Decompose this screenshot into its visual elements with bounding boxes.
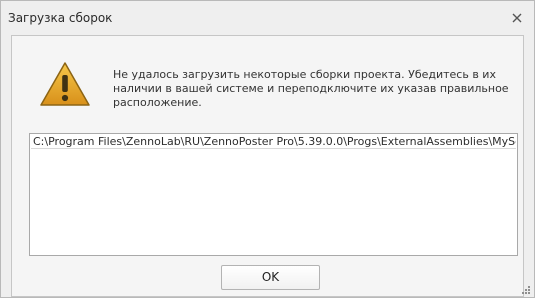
close-button[interactable] [510, 11, 524, 25]
assembly-list[interactable]: C:\Program Files\ZennoLab\RU\ZennoPoster… [29, 133, 518, 256]
screen: я Загрузка сборок [0, 0, 537, 304]
assembly-list-item[interactable]: C:\Program Files\ZennoLab\RU\ZennoPoster… [31, 135, 516, 149]
warning-icon [40, 62, 90, 106]
error-message: Не удалось загрузить некоторые сборки пр… [113, 68, 509, 109]
close-icon [512, 13, 522, 23]
dialog-content: Не удалось загрузить некоторые сборки пр… [11, 35, 524, 297]
assembly-load-dialog: Загрузка сборок Не удалось загрузить нек… [0, 0, 535, 298]
resize-grip-icon[interactable] [521, 285, 531, 295]
dialog-title: Загрузка сборок [8, 11, 113, 25]
ok-button[interactable]: OK [221, 265, 320, 290]
title-bar[interactable]: Загрузка сборок [1, 1, 534, 35]
